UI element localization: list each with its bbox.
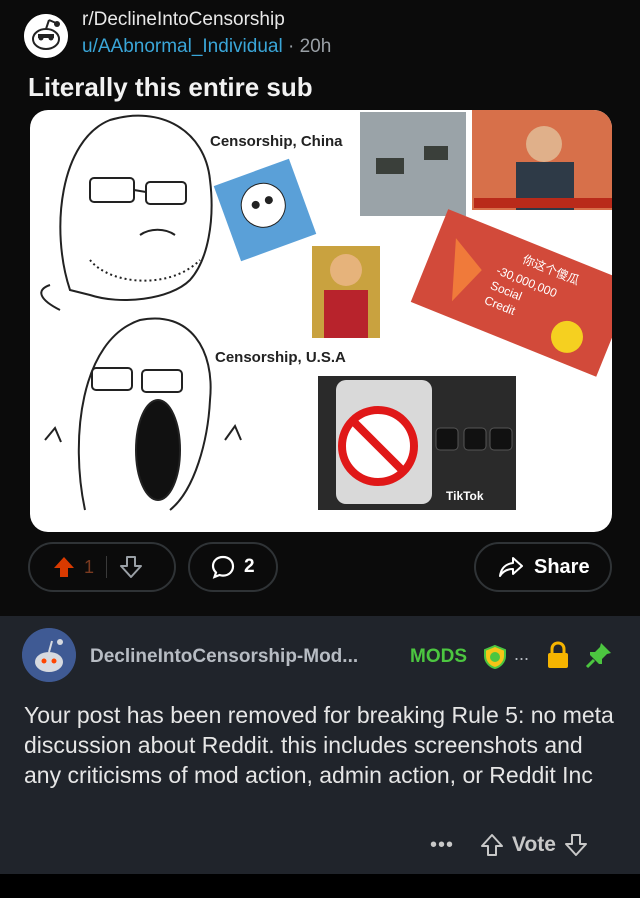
- mod-snoo-icon: [22, 628, 76, 682]
- upvote-icon[interactable]: [52, 555, 76, 579]
- vote-label: Vote: [512, 833, 556, 856]
- comment-body: Your post has been removed for breaking …: [24, 702, 614, 788]
- post-title[interactable]: Literally this entire sub: [28, 72, 313, 103]
- post-meta: u/AAbnormal_Individual · 20h: [82, 36, 331, 58]
- mod-comment: DeclineIntoCensorship-Mod... MODS ... Yo…: [0, 616, 640, 874]
- post-image[interactable]: Censorship, China Censorship, U.S.A 你这个傻…: [30, 110, 612, 532]
- post-age: 20h: [299, 36, 332, 57]
- author-link[interactable]: u/AAbnormal_Individual: [82, 36, 283, 57]
- comment-upvote-icon[interactable]: [480, 832, 504, 858]
- post-card: r/DeclineIntoCensorship u/AAbnormal_Indi…: [0, 0, 640, 616]
- vote-control: 1: [28, 542, 176, 592]
- meme-illustration: Censorship, China Censorship, U.S.A 你这个傻…: [40, 110, 612, 511]
- share-button[interactable]: Share: [474, 542, 612, 592]
- comment-count: 2: [244, 556, 255, 577]
- mod-shield-icon: [484, 644, 506, 670]
- flair-ellipsis: ...: [514, 644, 530, 664]
- share-label: Share: [534, 555, 590, 578]
- subreddit-avatar[interactable]: [24, 14, 68, 58]
- comment-author[interactable]: DeclineIntoCensorship-Mod...: [90, 646, 358, 668]
- vote-divider: [106, 556, 108, 578]
- tiktok-label: TikTok: [446, 489, 484, 503]
- mod-avatar[interactable]: [22, 628, 76, 682]
- lock-icon: [548, 641, 568, 668]
- wojak-bottom: [44, 317, 242, 511]
- bottom-bar: [0, 874, 640, 898]
- share-arrow-icon: [499, 557, 523, 577]
- label-usa: Censorship, U.S.A: [215, 349, 346, 366]
- more-options-icon[interactable]: •••: [430, 834, 454, 857]
- downvote-icon[interactable]: [119, 555, 143, 579]
- subreddit-name[interactable]: r/DeclineIntoCensorship: [82, 9, 285, 31]
- label-china: Censorship, China: [210, 133, 343, 150]
- upvote-count: 1: [84, 556, 95, 577]
- meta-separator: ·: [287, 36, 295, 57]
- snoo-icon: [24, 14, 68, 58]
- comment-downvote-icon[interactable]: [564, 832, 588, 858]
- comments-button[interactable]: 2: [188, 542, 278, 592]
- wojak-top: [40, 114, 213, 311]
- comment-vote: Vote: [480, 832, 588, 858]
- pin-icon: [585, 643, 611, 669]
- comment-bubble-icon: [211, 555, 235, 579]
- mod-flair: MODS: [410, 646, 467, 667]
